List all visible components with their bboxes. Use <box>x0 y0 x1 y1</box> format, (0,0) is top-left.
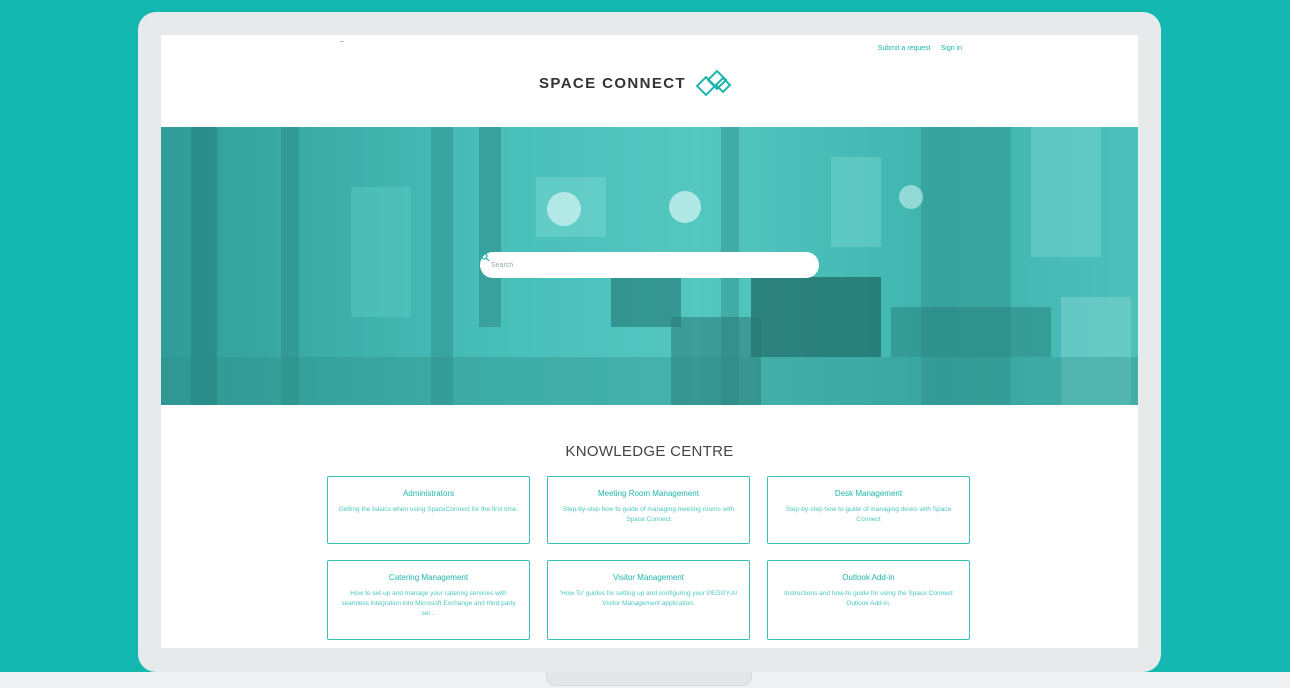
card-visitor-management[interactable]: Visitor Management 'How To' guides for s… <box>547 560 750 640</box>
card-description: Instructions and how-to guide for using … <box>784 590 953 607</box>
search-bar[interactable] <box>480 252 819 278</box>
search-input[interactable] <box>489 260 793 270</box>
card-outlook-add-in[interactable]: Outlook Add-in Instructions and how-to g… <box>767 560 970 640</box>
card-desk-management[interactable]: Desk Management Step-by-step how to guid… <box>767 476 970 544</box>
card-description: Getting the basics when using SpaceConne… <box>338 506 519 513</box>
header-mark <box>340 41 344 42</box>
brand-name: SPACE CONNECT <box>539 74 687 92</box>
card-title: Outlook Add-in <box>842 573 895 582</box>
card-title: Desk Management <box>834 489 903 498</box>
brand[interactable]: SPACE CONNECT <box>539 68 734 98</box>
search-icon <box>480 252 490 262</box>
card-description: 'How To' guides for setting up and confi… <box>559 590 738 607</box>
hero-banner <box>161 127 1138 405</box>
card-description: How to set-up and manage your catering s… <box>341 590 516 617</box>
card-description: Step-by-step how to guide of managing de… <box>785 506 952 523</box>
card-administrators[interactable]: Administrators Getting the basics when u… <box>327 476 530 544</box>
card-title: Visitor Management <box>613 573 684 582</box>
card-meeting-room-management[interactable]: Meeting Room Management Step-by-step how… <box>547 476 750 544</box>
laptop-notch <box>546 672 752 686</box>
section-title: KNOWLEDGE CENTRE <box>565 443 734 460</box>
sign-in-link[interactable]: Sign in <box>941 45 962 52</box>
diamond-logo-icon <box>695 69 732 97</box>
submit-request-link[interactable]: Submit a request <box>878 45 931 52</box>
card-description: Step-by-step how to guide of managing me… <box>562 506 735 523</box>
card-title: Catering Management <box>388 573 469 582</box>
top-links: Submit a request Sign in <box>878 45 962 52</box>
card-title: Meeting Room Management <box>598 489 699 498</box>
browser-screen: Submit a request Sign in SPACE CONNECT S… <box>161 35 1138 648</box>
card-catering-management[interactable]: Catering Management How to set-up and ma… <box>327 560 530 640</box>
site-header: Submit a request Sign in SPACE CONNECT <box>161 35 1138 127</box>
card-title: Administrators <box>402 489 455 498</box>
